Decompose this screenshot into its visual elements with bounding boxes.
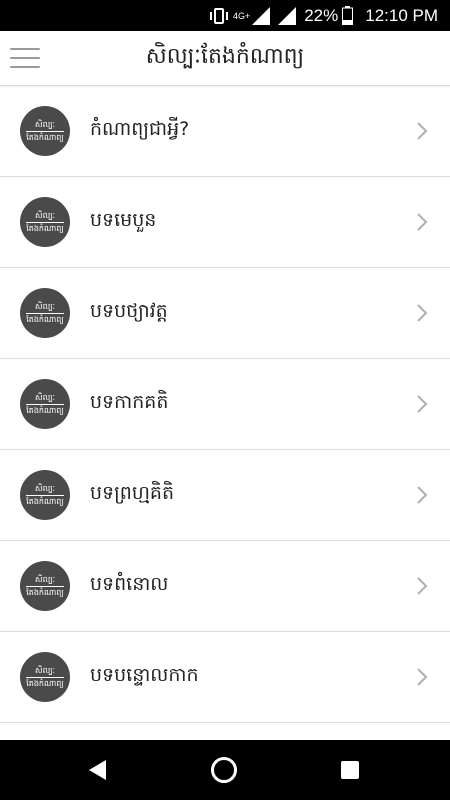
avatar-line2: តែងកំណាព្យ: [26, 403, 64, 415]
system-nav-bar: [0, 740, 450, 800]
list-item-label: បទបន្ទោលកាក: [90, 664, 199, 686]
avatar: សិល្បៈ តែងកំណាព្យ: [20, 470, 70, 520]
signal-icon: [252, 6, 271, 25]
lesson-list: សិល្បៈ តែងកំណាព្យ កំណាព្យជាអ្វី? សិល្បៈ តែងក…: [0, 86, 450, 740]
signal-icon-secondary: [278, 6, 297, 25]
clock: 12:10 PM: [365, 5, 438, 25]
avatar-line1: សិល្បៈ: [34, 119, 56, 129]
back-triangle-icon[interactable]: [86, 758, 110, 786]
avatar: សិល្បៈ តែងកំណាព្យ: [20, 652, 70, 702]
app-bar: សិល្បៈតែងកំណាព្យ: [0, 31, 450, 86]
chevron-right-icon: [412, 121, 432, 141]
avatar-line1: សិល្បៈ: [34, 392, 56, 402]
list-item[interactable]: សិល្បៈ តែងកំណាព្យ បទបន្ទោលកាក: [0, 632, 450, 723]
list-item[interactable]: សិល្បៈ តែងកំណាព្យ បទពំនោល: [0, 541, 450, 632]
chevron-right-icon: [412, 212, 432, 232]
avatar-line2: តែងកំណាព្យ: [26, 585, 64, 597]
avatar-line1: សិល្បៈ: [34, 665, 56, 675]
list-item-label: បទពំនោល: [90, 573, 169, 595]
chevron-right-icon: [412, 667, 432, 687]
chevron-right-icon: [412, 394, 432, 414]
avatar: សិល្បៈ តែងកំណាព្យ: [20, 197, 70, 247]
avatar-line2: តែងកំណាព្យ: [26, 130, 64, 142]
avatar: សិល្បៈ តែងកំណាព្យ: [20, 106, 70, 156]
avatar: សិល្បៈ តែងកំណាព្យ: [20, 561, 70, 611]
avatar-line2: តែងកំណាព្យ: [26, 221, 64, 233]
list-item-label: កំណាព្យជាអ្វី?: [90, 118, 190, 140]
avatar-line1: សិល្បៈ: [34, 210, 56, 220]
chevron-right-icon: [412, 485, 432, 505]
status-bar: 4G+ 22% 12:10 PM: [0, 0, 450, 31]
list-item[interactable]: សិល្បៈ តែងកំណាព្យ កំណាព្យជាអ្វី?: [0, 86, 450, 177]
home-circle-icon[interactable]: [210, 756, 238, 788]
list-item[interactable]: សិល្បៈ តែងកំណាព្យ បទមេបួន: [0, 177, 450, 268]
list-item-label: បទកាកគតិ: [90, 391, 169, 413]
avatar-line1: សិល្បៈ: [34, 574, 56, 584]
network-type-label: 4G+: [232, 10, 251, 21]
list-item-label: បទមេបួន: [90, 209, 157, 231]
list-item[interactable]: សិល្បៈ តែងកំណាព្យ បទបថ្យាវត្ត: [0, 268, 450, 359]
chevron-right-icon: [412, 303, 432, 323]
page-title: សិល្បៈតែងកំណាព្យ: [145, 44, 305, 69]
chevron-right-icon: [412, 576, 432, 596]
avatar-line1: សិល្បៈ: [34, 483, 56, 493]
avatar-line2: តែងកំណាព្យ: [26, 312, 64, 324]
list-item[interactable]: សិល្បៈ តែងកំណាព្យ បទកាកគតិ: [0, 359, 450, 450]
recent-apps-square-icon[interactable]: [340, 760, 360, 784]
battery-percent: 22%: [304, 5, 339, 25]
battery-icon: [342, 6, 354, 25]
vibrate-icon: [209, 7, 229, 25]
avatar-line1: សិល្បៈ: [34, 301, 56, 311]
list-item-label: បទបថ្យាវត្ត: [90, 300, 168, 322]
avatar-line2: តែងកំណាព្យ: [26, 676, 64, 688]
avatar: សិល្បៈ តែងកំណាព្យ: [20, 288, 70, 338]
avatar: សិល្បៈ តែងកំណាព្យ: [20, 379, 70, 429]
list-item-label: បទព្រហ្មគិតិ: [90, 482, 175, 504]
list-item[interactable]: សិល្បៈ តែងកំណាព្យ បទព្រហ្មគិតិ: [0, 450, 450, 541]
avatar-line2: តែងកំណាព្យ: [26, 494, 64, 506]
